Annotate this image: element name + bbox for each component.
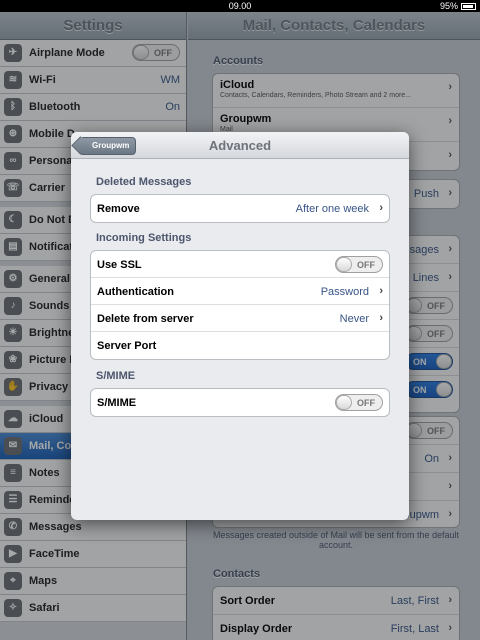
use-ssl-row: Use SSL OFF — [91, 251, 389, 278]
server-port-label: Server Port — [97, 340, 157, 352]
deleted-messages-group: Remove After one week › — [90, 194, 390, 223]
status-bar: 09.00 95% — [0, 0, 480, 12]
chevron-right-icon: › — [379, 312, 383, 324]
incoming-settings-group: Use SSL OFF Authentication Password › De… — [90, 250, 390, 360]
chevron-right-icon: › — [379, 202, 383, 214]
remove-row[interactable]: Remove After one week › — [91, 195, 389, 222]
authentication-label: Authentication — [97, 286, 174, 298]
incoming-settings-header: Incoming Settings — [96, 232, 192, 244]
toggle-state: OFF — [357, 260, 375, 270]
battery-percent: 95% — [439, 1, 458, 11]
popover-navbar: Groupwm Advanced — [71, 132, 409, 159]
use-ssl-toggle[interactable]: OFF — [335, 256, 383, 273]
popover-title: Advanced — [208, 138, 272, 153]
battery-icon — [461, 3, 476, 10]
smime-group: S/MIME OFF — [90, 388, 390, 417]
status-time: 09.00 — [228, 1, 252, 11]
authentication-row[interactable]: Authentication Password › — [91, 278, 389, 305]
toggle-state: OFF — [357, 398, 375, 408]
delete-from-server-row[interactable]: Delete from server Never › — [91, 305, 389, 332]
deleted-messages-header: Deleted Messages — [96, 176, 192, 188]
delete-from-server-label: Delete from server — [97, 313, 194, 325]
back-button[interactable]: Groupwm — [79, 137, 137, 155]
use-ssl-label: Use SSL — [97, 259, 142, 271]
smime-header: S/MIME — [96, 370, 136, 382]
authentication-value: Password — [320, 286, 369, 298]
toggle-knob — [336, 395, 352, 410]
server-port-row[interactable]: Server Port — [91, 332, 389, 359]
advanced-popover: Groupwm Advanced Deleted Messages Remove… — [71, 132, 409, 520]
remove-value: After one week — [295, 203, 369, 215]
smime-label: S/MIME — [97, 397, 137, 409]
smime-row: S/MIME OFF — [91, 389, 389, 416]
toggle-knob — [336, 257, 352, 272]
smime-toggle[interactable]: OFF — [335, 394, 383, 411]
remove-label: Remove — [97, 203, 140, 215]
delete-from-server-value: Never — [339, 313, 369, 325]
chevron-right-icon: › — [379, 285, 383, 297]
